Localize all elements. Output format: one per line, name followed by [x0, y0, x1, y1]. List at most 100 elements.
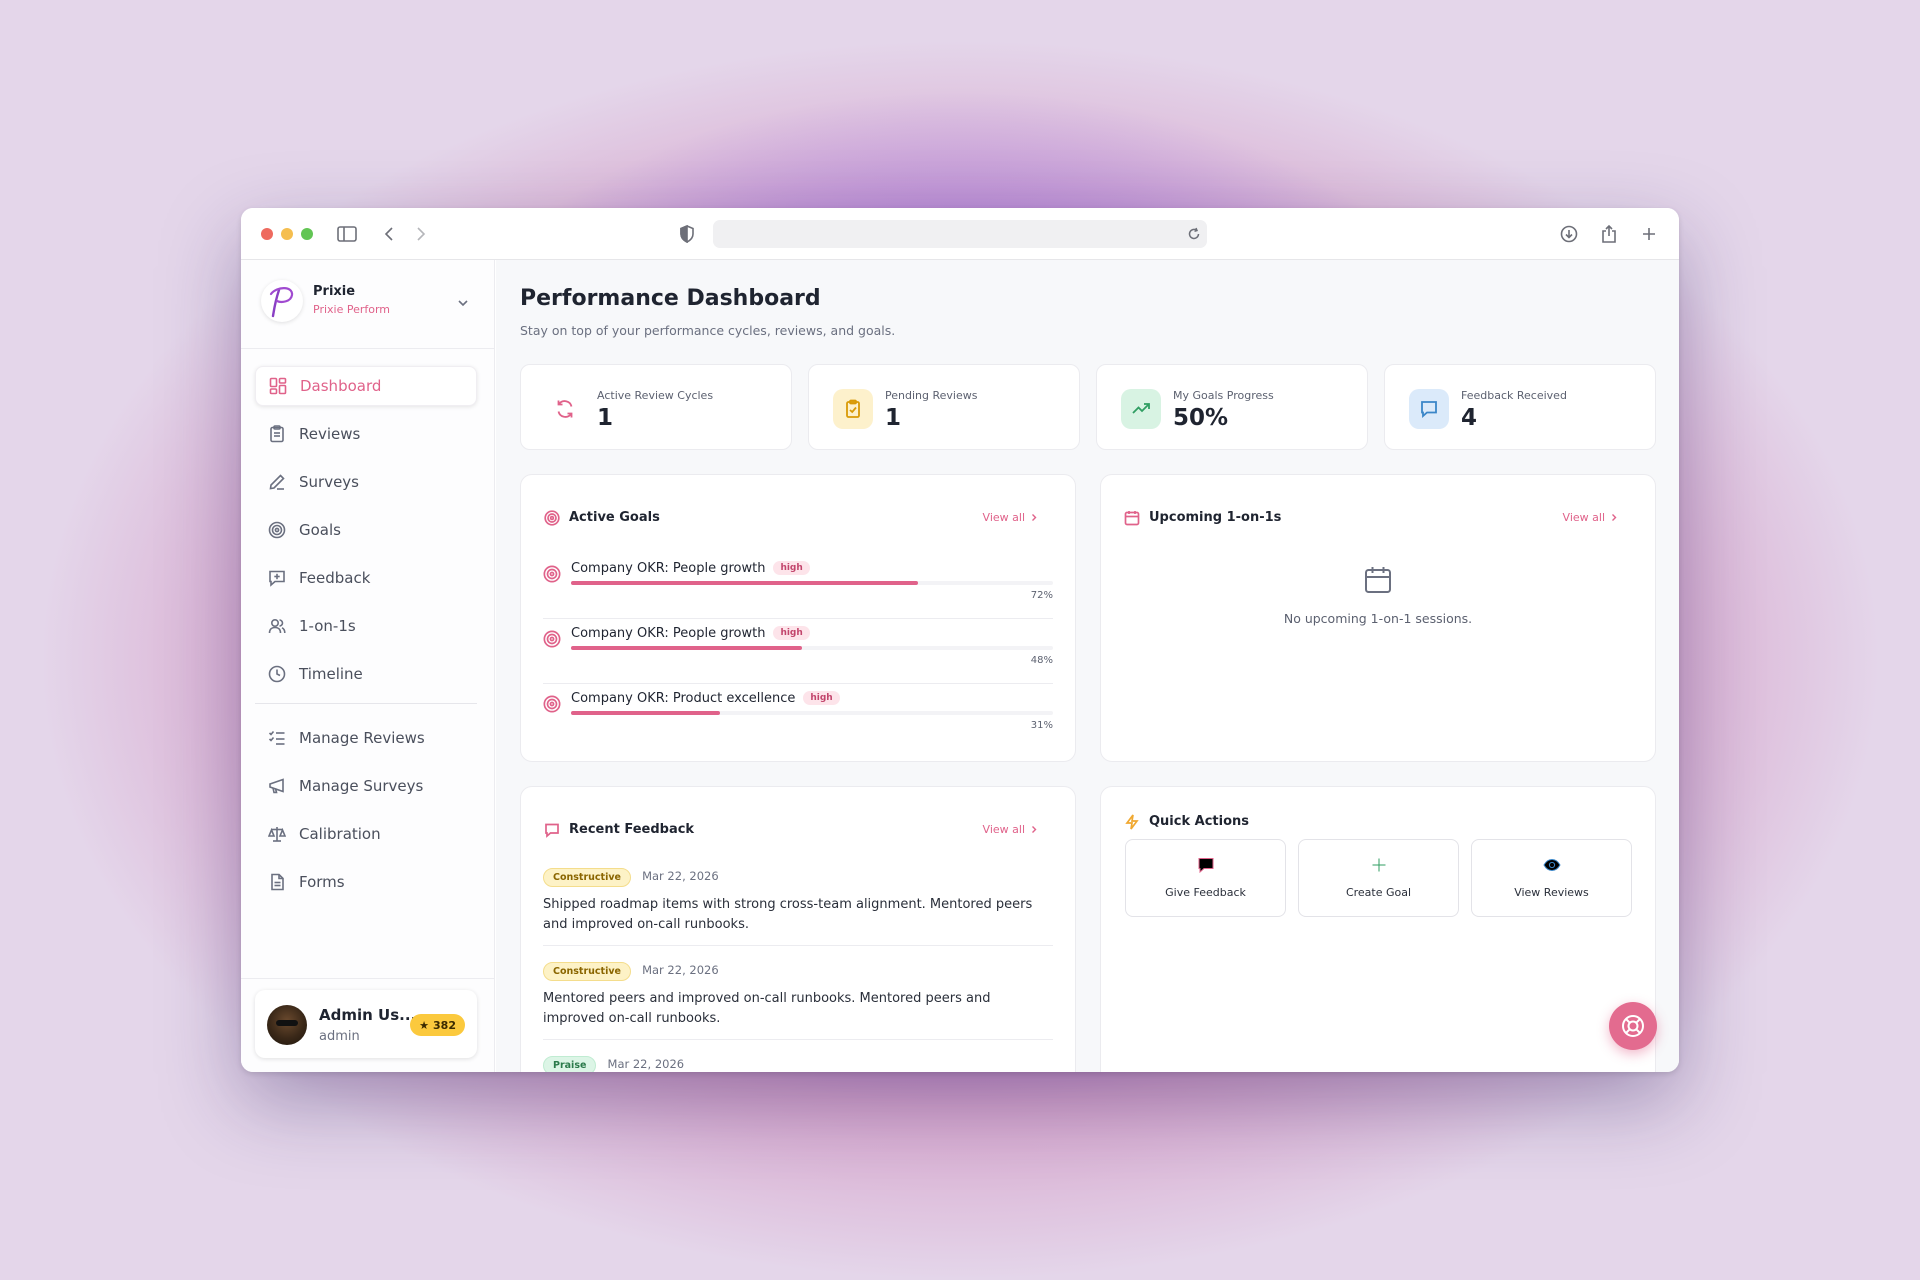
view-all-label: View all	[1562, 511, 1605, 524]
clock-icon	[267, 664, 287, 684]
nav-item-manage-surveys[interactable]: Manage Surveys	[255, 766, 477, 806]
button-label: View Reviews	[1514, 886, 1589, 899]
goal-name: Company OKR: People growth high	[571, 626, 810, 641]
view-reviews-button[interactable]: View Reviews	[1471, 839, 1632, 917]
goal-title: Company OKR: People growth	[571, 626, 766, 641]
nav-item-reviews[interactable]: Reviews	[255, 414, 477, 454]
nav-item-calibration[interactable]: Calibration	[255, 814, 477, 854]
feedback-type-badge: Constructive	[543, 962, 631, 981]
nav-item-manage-reviews[interactable]: Manage Reviews	[255, 718, 477, 758]
message-icon	[1409, 389, 1449, 429]
chevron-right-icon	[1032, 826, 1037, 833]
priority-badge: high	[803, 691, 840, 705]
nav-divider	[255, 703, 477, 704]
feedback-date: Mar 22, 2026	[607, 1057, 685, 1071]
goal-title: Company OKR: Product excellence	[571, 691, 796, 706]
nav-item-forms[interactable]: Forms	[255, 862, 477, 902]
shield-icon[interactable]	[675, 222, 699, 246]
view-all-link[interactable]: View all	[983, 823, 1037, 836]
new-tab-icon[interactable]	[1637, 222, 1661, 246]
card-title: Active Goals	[569, 510, 660, 525]
goal-row[interactable]: Company OKR: People growth high 72%	[543, 555, 1053, 619]
user-name: Admin Us...	[319, 1006, 417, 1024]
progress-fill	[571, 581, 919, 585]
tab-overview-icon[interactable]	[1675, 222, 1679, 246]
user-role: admin	[319, 1029, 360, 1044]
nav-label: Dashboard	[300, 377, 382, 395]
user-menu[interactable]: Admin Us... admin ★ 382	[255, 990, 477, 1058]
recent-feedback-card: Recent Feedback View all Constructive Ma…	[520, 786, 1076, 1072]
feedback-text: Mentored peers and improved on-call runb…	[543, 991, 991, 1026]
active-goals-card: Active Goals View all Company OKR: Peopl…	[520, 474, 1076, 762]
nav-label: Manage Surveys	[299, 777, 424, 795]
chevron-right-icon	[1612, 514, 1617, 521]
feedback-date: Mar 22, 2026	[642, 963, 719, 977]
stat-label: Pending Reviews	[885, 389, 978, 402]
create-goal-button[interactable]: Create Goal	[1298, 839, 1459, 917]
feedback-item[interactable]: Praise Mar 22, 2026	[543, 1053, 1053, 1072]
refresh-icon	[545, 389, 585, 429]
message-icon	[543, 821, 561, 839]
stat-value: 1	[885, 405, 902, 431]
view-all-link[interactable]: View all	[1563, 511, 1617, 524]
stat-card-active-review-cycles[interactable]: Active Review Cycles 1	[520, 364, 792, 450]
goal-name: Company OKR: People growth high	[571, 561, 810, 576]
download-icon[interactable]	[1557, 222, 1581, 246]
nav-item-surveys[interactable]: Surveys	[255, 462, 477, 502]
share-icon[interactable]	[1597, 222, 1621, 246]
points-value: 382	[433, 1018, 456, 1032]
goal-row[interactable]: Company OKR: Product excellence high 31%	[543, 685, 1053, 749]
nav-item-1on1s[interactable]: 1-on-1s	[255, 606, 477, 646]
address-bar[interactable]	[713, 220, 1207, 248]
goal-row[interactable]: Company OKR: People growth high 48%	[543, 620, 1053, 684]
close-window-button[interactable]	[261, 228, 273, 240]
trending-up-icon	[1121, 389, 1161, 429]
stat-label: My Goals Progress	[1173, 389, 1274, 402]
list-checks-icon	[267, 728, 287, 748]
card-title: Quick Actions	[1149, 814, 1250, 829]
sidebar-toggle-icon[interactable]	[335, 222, 359, 246]
workspace-switcher[interactable]: Prixie Prixie Perform	[261, 280, 475, 328]
help-button[interactable]	[1609, 1002, 1657, 1050]
stat-card-feedback-received[interactable]: Feedback Received 4	[1384, 364, 1656, 450]
clipboard-icon	[267, 424, 287, 444]
progress-track	[571, 711, 1053, 715]
nav-item-dashboard[interactable]: Dashboard	[255, 366, 477, 406]
stat-card-pending-reviews[interactable]: Pending Reviews 1	[808, 364, 1080, 450]
nav-label: Manage Reviews	[299, 729, 425, 747]
stat-value: 1	[597, 405, 614, 431]
stat-label: Feedback Received	[1461, 389, 1567, 402]
stat-card-goals-progress[interactable]: My Goals Progress 50%	[1096, 364, 1368, 450]
star-icon: ★	[419, 1018, 430, 1032]
zoom-window-button[interactable]	[301, 228, 313, 240]
divider	[241, 978, 494, 979]
feedback-item[interactable]: Constructive Mar 22, 2026 Shipped roadma…	[543, 865, 1053, 946]
feedback-type-badge: Constructive	[543, 868, 631, 887]
target-icon	[543, 695, 561, 713]
minimize-window-button[interactable]	[281, 228, 293, 240]
lifebuoy-icon	[1622, 1015, 1644, 1037]
view-all-link[interactable]: View all	[983, 511, 1037, 524]
reload-icon[interactable]	[1187, 226, 1201, 245]
upcoming-1on1s-card: Upcoming 1-on-1s View all No upcoming 1-…	[1100, 474, 1656, 762]
scale-icon	[267, 824, 287, 844]
nav-item-goals[interactable]: Goals	[255, 510, 477, 550]
forward-icon[interactable]	[409, 222, 433, 246]
back-icon[interactable]	[377, 222, 401, 246]
nav-item-timeline[interactable]: Timeline	[255, 654, 477, 694]
divider	[241, 348, 494, 349]
feedback-item[interactable]: Constructive Mar 22, 2026 Mentored peers…	[543, 959, 1053, 1040]
give-feedback-button[interactable]: Give Feedback	[1125, 839, 1286, 917]
goal-name: Company OKR: Product excellence high	[571, 691, 840, 706]
progress-percent: 31%	[1030, 720, 1053, 731]
card-title: Upcoming 1-on-1s	[1149, 510, 1282, 525]
calendar-icon	[1123, 509, 1141, 527]
stat-label: Active Review Cycles	[597, 389, 714, 402]
clipboard-check-icon	[833, 389, 873, 429]
button-label: Give Feedback	[1165, 886, 1246, 899]
eye-icon	[1542, 858, 1561, 872]
chevron-down-icon	[457, 292, 469, 311]
brand-name: Prixie	[313, 284, 356, 299]
nav-item-feedback[interactable]: Feedback	[255, 558, 477, 598]
progress-fill	[571, 711, 721, 715]
